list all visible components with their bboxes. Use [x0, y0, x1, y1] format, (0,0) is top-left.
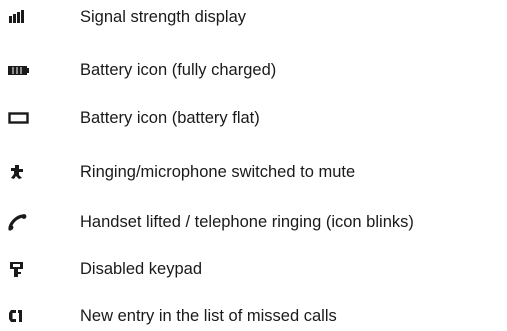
- missed-calls-icon: [0, 301, 40, 331]
- legend-label-mute: Ringing/microphone switched to mute: [80, 163, 356, 181]
- legend-row-signal: Signal strength display: [0, 2, 507, 32]
- legend-row-keypad-lock: Disabled keypad: [0, 254, 507, 284]
- legend-row-mute: Ringing/microphone switched to mute: [0, 157, 507, 187]
- legend-label-battery-full: Battery icon (fully charged): [80, 61, 277, 79]
- signal-strength-icon: [0, 2, 40, 32]
- battery-flat-icon: [0, 103, 40, 133]
- legend-row-handset: Handset lifted / telephone ringing (icon…: [0, 207, 507, 237]
- battery-full-icon: [0, 55, 40, 85]
- legend-row-battery-full: Battery icon (fully charged): [0, 55, 507, 85]
- handset-icon: [0, 207, 40, 237]
- legend-row-battery-flat: Battery icon (battery flat): [0, 103, 507, 133]
- legend-row-missed-calls: New entry in the list of missed calls: [0, 301, 507, 331]
- legend-label-signal: Signal strength display: [80, 8, 247, 26]
- legend-label-battery-flat: Battery icon (battery flat): [80, 109, 260, 127]
- keypad-lock-icon: [0, 254, 40, 284]
- legend-label-handset: Handset lifted / telephone ringing (icon…: [80, 213, 414, 231]
- mute-icon: [0, 157, 40, 187]
- legend-label-missed-calls: New entry in the list of missed calls: [80, 307, 337, 325]
- icon-legend: Signal strength display Battery icon (fu…: [0, 0, 507, 331]
- legend-label-keypad-lock: Disabled keypad: [80, 260, 202, 278]
